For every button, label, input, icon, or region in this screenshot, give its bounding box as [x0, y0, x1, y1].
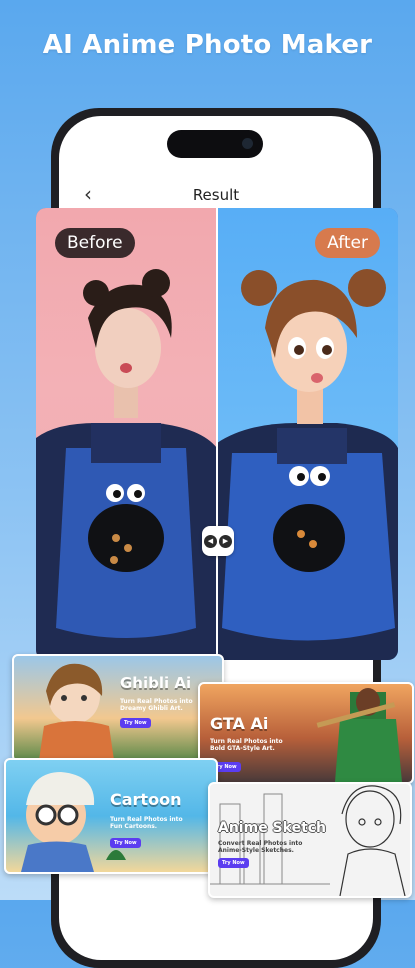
page-title: Result: [192, 186, 240, 204]
gta-title: GTA Ai: [210, 714, 269, 733]
cartoon-try-button[interactable]: Try Now: [110, 838, 141, 848]
cartoon-card[interactable]: Cartoon Turn Real Photos into Fun Cartoo…: [4, 758, 218, 874]
comparison-slider-handle[interactable]: ◀ ▶: [202, 526, 234, 556]
before-photo-figure: [36, 269, 217, 660]
after-image: After: [217, 208, 398, 660]
gta-description: Turn Real Photos into Bold GTA-Style Art…: [210, 738, 283, 752]
cartoon-title: Cartoon: [110, 790, 182, 809]
sketch-try-button[interactable]: Try Now: [218, 858, 249, 868]
comparison-divider: [216, 208, 218, 660]
arrow-right-icon: ▶: [219, 534, 232, 548]
ghibli-try-button[interactable]: Try Now: [120, 718, 151, 728]
after-anime-figure: [217, 269, 398, 660]
ghibli-card[interactable]: Ghibli Ai Turn Real Photos into Dreamy G…: [12, 654, 224, 762]
dynamic-island: [167, 130, 263, 158]
before-image: Before: [36, 208, 217, 660]
gta-card[interactable]: GTA Ai Turn Real Photos into Bold GTA-St…: [198, 682, 414, 784]
sketch-title: Anime Sketch: [218, 820, 327, 836]
ghibli-title: Ghibli Ai: [120, 674, 192, 692]
sketch-description: Convert Real Photos into Anime-Style Ske…: [218, 840, 303, 854]
anime-sketch-card[interactable]: Anime Sketch Convert Real Photos into An…: [208, 782, 412, 898]
headline: AI Anime Photo Maker: [42, 30, 373, 60]
ghibli-description: Turn Real Photos into Dreamy Ghibli Art.: [120, 698, 193, 712]
arrow-left-icon: ◀: [204, 534, 217, 548]
cartoon-description: Turn Real Photos into Fun Cartoons.: [110, 816, 183, 830]
camera-icon: [242, 138, 253, 149]
after-label: After: [315, 228, 380, 258]
before-label: Before: [55, 228, 135, 258]
before-after-comparison[interactable]: Before After ◀ ▶: [36, 208, 398, 660]
